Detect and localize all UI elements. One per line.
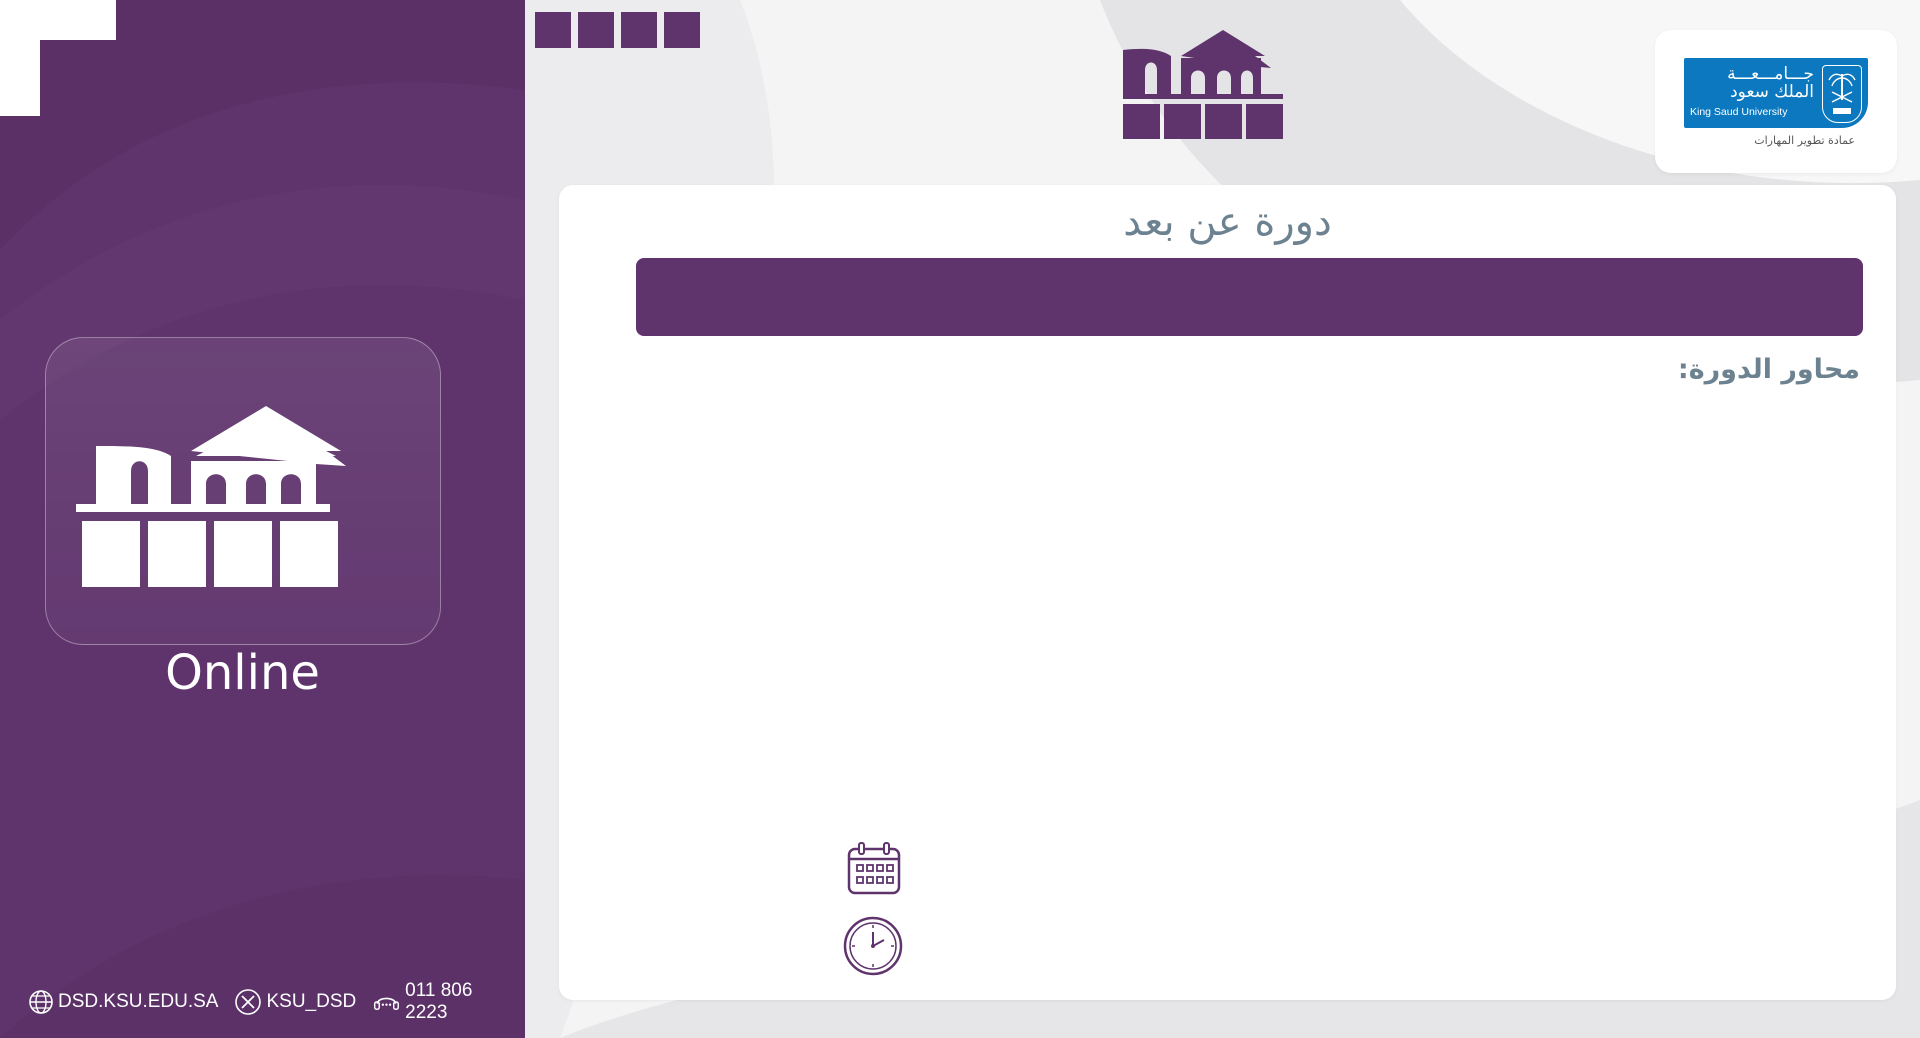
top-squares-decoration: [535, 12, 707, 48]
course-card: دورة عن بعد محاور الدورة:: [559, 185, 1896, 1000]
logo-card: [45, 337, 441, 645]
ksu-english-name: King Saud University: [1690, 106, 1788, 118]
corner-steps-decoration: [0, 0, 116, 116]
course-title-bar: [636, 258, 1863, 336]
center-arches-logo-icon: [1123, 30, 1283, 139]
left-panel: Online DSD.KSU.EDU.SA KSU_DSD 011 806 22…: [0, 0, 525, 1038]
square-3: [621, 12, 657, 48]
ksu-arabic-line2: الملك سعود: [1730, 82, 1814, 102]
clock-icon: [843, 916, 903, 976]
social-item[interactable]: KSU_DSD: [234, 988, 356, 1016]
globe-icon: [29, 990, 53, 1014]
ksu-logo-badge: جـــامـــعـــة الملك سعود King Saud Univ…: [1684, 58, 1868, 128]
phone-support-icon: [374, 997, 400, 1010]
online-label: Online: [165, 645, 320, 701]
course-type-heading: دورة عن بعد: [1123, 199, 1332, 245]
website-text: DSD.KSU.EDU.SA: [58, 991, 219, 1012]
x-logo-icon: [235, 989, 262, 1015]
ksu-seal-icon: [1822, 65, 1862, 123]
dsd-arches-logo-icon: [76, 406, 346, 587]
palm-sword-icon: [1828, 73, 1856, 114]
social-handle-text: KSU_DSD: [266, 991, 357, 1012]
calendar-icon: [847, 842, 901, 895]
ksu-arabic-line1: جـــامـــعـــة: [1727, 64, 1814, 84]
course-axes-label: محاور الدورة:: [1677, 354, 1860, 385]
phone-item[interactable]: 011 806 2223: [372, 980, 509, 1024]
phone-text: 011 806 2223: [405, 980, 473, 1023]
square-4: [664, 12, 700, 48]
ksu-logo-card: جـــامـــعـــة الملك سعود King Saud Univ…: [1655, 30, 1897, 173]
square-2: [578, 12, 614, 48]
square-1: [535, 12, 571, 48]
ksu-department-name: عمادة تطوير المهارات: [1754, 134, 1855, 147]
contact-footer: DSD.KSU.EDU.SA KSU_DSD 011 806 2223: [28, 980, 525, 1023]
website-item[interactable]: DSD.KSU.EDU.SA: [28, 989, 218, 1015]
